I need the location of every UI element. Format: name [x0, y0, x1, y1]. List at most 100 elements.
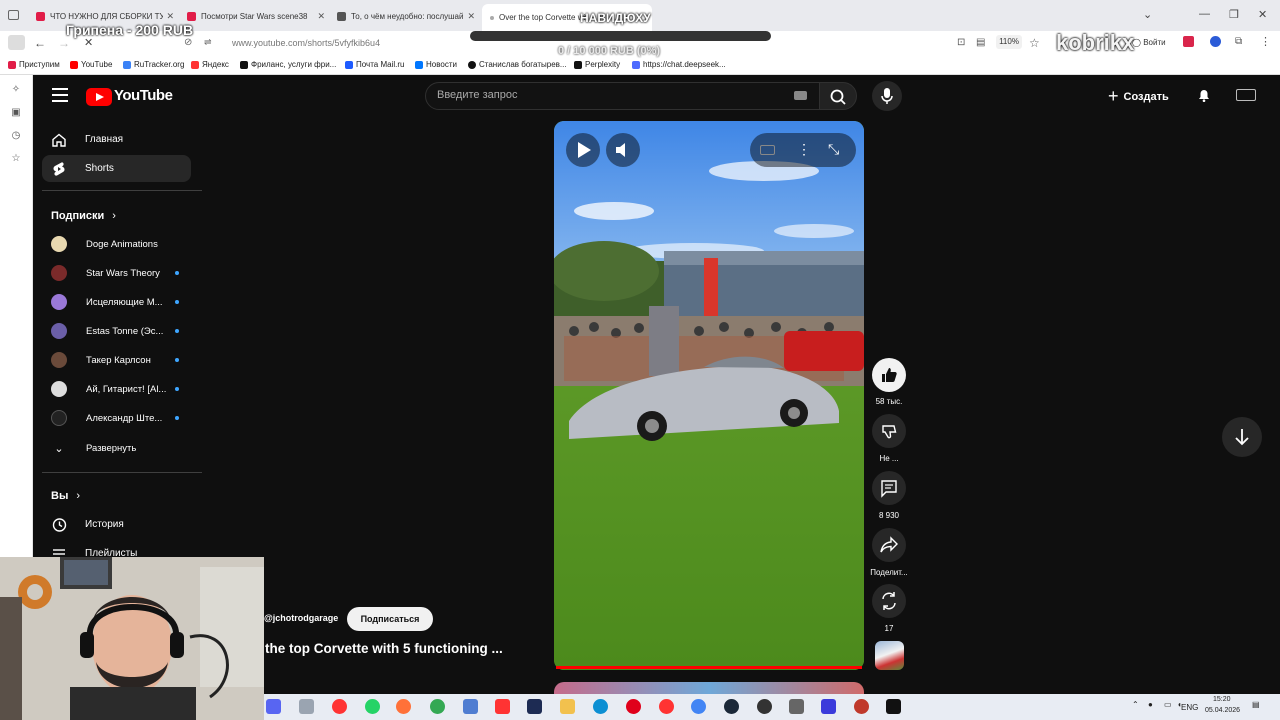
opera-icon[interactable] — [626, 699, 641, 714]
volume-button[interactable] — [606, 133, 640, 167]
nav-shorts[interactable]: Shorts — [42, 155, 191, 182]
site-info-icon[interactable]: ⊘ — [184, 37, 192, 48]
bookmark-item[interactable]: https://chat.deepseek... — [632, 60, 726, 69]
you-heading[interactable]: Вы › — [51, 490, 80, 502]
bookmark-item[interactable]: Станислав богатырев... — [468, 60, 567, 69]
subscription-item[interactable]: Ай, Гитарист! [Al... — [51, 379, 191, 399]
subscription-item[interactable]: Estas Tonne (Эс... — [51, 321, 191, 341]
nav-history[interactable]: История — [42, 511, 191, 538]
ai-assistant-icon[interactable]: ✧ — [10, 84, 22, 96]
bookmark-item[interactable]: Фриланс, услуги фри... — [240, 60, 336, 69]
bookmark-item[interactable]: Perplexity — [574, 60, 620, 69]
back-icon[interactable]: ← — [34, 36, 46, 50]
url-field[interactable]: www.youtube.com/shorts/5vfyfkib6u4 — [232, 38, 380, 48]
next-short-button[interactable] — [1222, 417, 1262, 457]
menu-hamburger-icon[interactable] — [52, 88, 68, 102]
more-options-icon[interactable]: ⋮ — [797, 141, 811, 158]
expand-subscriptions[interactable]: ⌄ Развернуть — [51, 438, 191, 458]
youtube-logo-text[interactable]: YouTube — [114, 87, 173, 104]
channel-handle[interactable]: @jchotrodgarage — [264, 613, 338, 623]
firefox-icon[interactable] — [396, 699, 411, 714]
bookmark-item[interactable]: Новости — [415, 60, 457, 69]
tab-search-icon[interactable]: ⌄ — [1143, 8, 1152, 21]
bookmark-star-icon[interactable]: ☆ — [1029, 36, 1040, 50]
short-video-player[interactable] — [554, 121, 864, 670]
language-indicator[interactable]: ENG — [1181, 703, 1198, 712]
media-icon[interactable] — [854, 699, 869, 714]
notifications-bell-icon[interactable] — [1196, 87, 1212, 103]
vpn-icon[interactable] — [1210, 36, 1221, 47]
folder-icon[interactable] — [560, 699, 575, 714]
short-title[interactable]: the top Corvette with 5 functioning ... — [265, 641, 503, 656]
dislike-button[interactable] — [872, 414, 906, 448]
minimize-icon[interactable]: — — [1199, 8, 1210, 20]
yandex-icon[interactable] — [332, 699, 347, 714]
playback-progress-bar[interactable] — [556, 666, 862, 669]
subscriptions-heading[interactable]: Подписки › — [51, 210, 116, 222]
apps-icon[interactable] — [789, 699, 804, 714]
network-icon[interactable]: ▭ — [1164, 700, 1172, 709]
close-tab-icon[interactable]: ✕ — [467, 11, 475, 22]
share-button[interactable] — [872, 528, 906, 562]
bookmark-item[interactable]: Почта Mail.ru — [345, 60, 404, 69]
fullscreen-icon[interactable]: ⤡ — [828, 141, 839, 158]
remix-button[interactable] — [872, 584, 906, 618]
sidebar-toggle-icon[interactable] — [8, 35, 25, 50]
search-button[interactable] — [819, 82, 857, 110]
bookmark-item[interactable]: YouTube — [70, 60, 112, 69]
forward-icon[interactable]: → — [58, 36, 70, 50]
tune-icon[interactable]: ⇌ — [204, 37, 212, 48]
microphone-tray-icon[interactable]: ● — [1148, 700, 1153, 709]
play-button[interactable] — [566, 133, 600, 167]
discord-icon[interactable] — [266, 699, 281, 714]
sound-thumbnail[interactable] — [875, 641, 904, 670]
next-short-preview[interactable] — [554, 682, 864, 694]
chromium-icon[interactable] — [691, 699, 706, 714]
browser-tab-2[interactable]: Посмотри Star Wars scene38 ✕ — [187, 6, 325, 26]
bold-icon[interactable] — [821, 699, 836, 714]
bookmark-item[interactable]: RuTracker.org — [123, 60, 184, 69]
subscription-item[interactable]: Такер Карлсон — [51, 350, 191, 370]
close-tab-icon[interactable]: ✕ — [166, 11, 174, 22]
console-icon[interactable] — [886, 699, 901, 714]
tray-chevron-icon[interactable]: ⌃ — [1132, 700, 1139, 709]
reading-list-icon[interactable]: ▣ — [10, 107, 22, 119]
close-window-icon[interactable]: ✕ — [1258, 8, 1267, 21]
login-button[interactable]: ◯ Войти — [1132, 38, 1166, 47]
steam-icon[interactable] — [724, 699, 739, 714]
extensions-icon[interactable]: ⧉ — [1235, 36, 1242, 47]
like-button[interactable] — [872, 358, 906, 392]
terminal-icon[interactable] — [527, 699, 542, 714]
subscribe-button[interactable]: Подписаться — [347, 607, 433, 631]
explorer-icon[interactable] — [299, 699, 314, 714]
maximize-icon[interactable]: ❐ — [1229, 8, 1239, 21]
clock-date[interactable]: 05.04.2026 — [1205, 707, 1240, 714]
bookmark-item[interactable]: Приступим — [8, 60, 60, 69]
close-tab-icon[interactable]: ✕ — [317, 11, 325, 22]
create-button[interactable]: + Создать — [1108, 86, 1169, 107]
voice-search-button[interactable] — [872, 81, 902, 111]
menu-icon[interactable]: ⋮ — [1260, 35, 1271, 48]
youtube-logo-icon[interactable] — [86, 88, 112, 106]
captions-icon[interactable] — [760, 145, 775, 155]
tab-overview-icon[interactable] — [8, 10, 19, 20]
yandex-alt-icon[interactable] — [659, 699, 674, 714]
reader-icon[interactable]: ▤ — [976, 37, 985, 48]
edge-icon[interactable] — [593, 699, 608, 714]
favorites-icon[interactable]: ☆ — [10, 153, 22, 165]
extension-icon[interactable] — [1183, 36, 1194, 47]
chrome-icon[interactable] — [430, 699, 445, 714]
zoom-level[interactable]: 110% — [996, 35, 1022, 49]
keyboard-icon[interactable] — [794, 91, 807, 100]
globe-icon[interactable] — [757, 699, 772, 714]
bookmark-item[interactable]: Яндекс — [191, 60, 229, 69]
app-icon[interactable] — [463, 699, 478, 714]
subscription-item[interactable]: Star Wars Theory — [51, 263, 191, 283]
yandex-browser-icon[interactable] — [495, 699, 510, 714]
install-icon[interactable]: ⊡ — [957, 37, 965, 48]
browser-tab-3[interactable]: То, о чём неудобно: послушай ✕ — [337, 6, 475, 26]
history-icon[interactable]: ◷ — [10, 130, 22, 142]
clock-time[interactable]: 15:20 — [1213, 696, 1231, 703]
subscription-item[interactable]: Doge Animations — [51, 234, 191, 254]
whatsapp-icon[interactable] — [365, 699, 380, 714]
